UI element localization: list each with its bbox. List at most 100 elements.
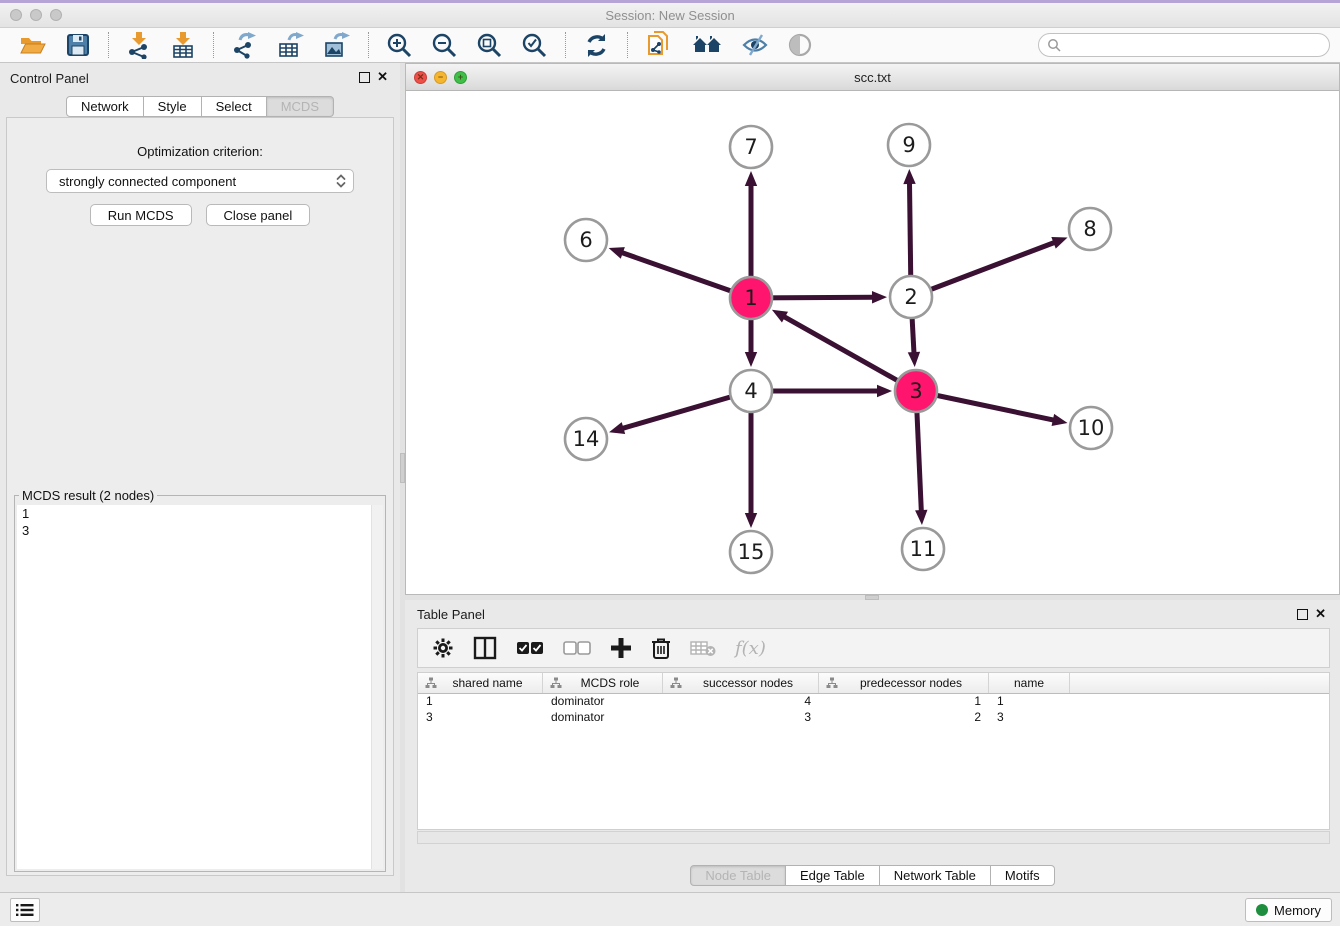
column-header-mcds-role[interactable]: MCDS role xyxy=(543,673,663,693)
close-panel-button[interactable]: Close panel xyxy=(206,204,311,226)
result-line: 3 xyxy=(17,522,383,539)
run-mcds-button[interactable]: Run MCDS xyxy=(90,204,192,226)
hierarchy-icon xyxy=(826,677,838,689)
mcds-result-group: MCDS result (2 nodes) 1 3 xyxy=(14,488,386,872)
graph-edge-2-8[interactable] xyxy=(911,242,1055,297)
toolbar-separator xyxy=(565,32,566,58)
show-graphics-details-button[interactable] xyxy=(785,30,815,60)
column-header-predecessor-nodes[interactable]: predecessor nodes xyxy=(819,673,989,693)
delete-columns-button[interactable] xyxy=(651,636,671,660)
zoom-selected-button[interactable] xyxy=(519,30,550,61)
column-header-filler xyxy=(1070,673,1329,693)
table-row[interactable]: 3 dominator 3 2 3 xyxy=(418,710,1329,726)
column-header-successor-nodes[interactable]: successor nodes xyxy=(663,673,819,693)
float-panel-icon[interactable] xyxy=(1297,609,1308,620)
function-builder-button[interactable]: f(x) xyxy=(735,638,766,659)
delete-table-button[interactable] xyxy=(690,639,716,657)
control-panel: Control Panel ✕ Network Style Select MCD… xyxy=(0,63,400,892)
zoom-in-icon xyxy=(386,32,413,59)
search-icon xyxy=(1047,38,1061,52)
zoom-in-button[interactable] xyxy=(384,30,415,61)
table-header-row: shared name MCDS role successor nodes pr… xyxy=(418,673,1329,694)
import-network-button[interactable] xyxy=(124,29,154,61)
graph-edge-arrowhead xyxy=(915,510,927,525)
show-column-button[interactable] xyxy=(473,636,497,660)
graph-node-label: 9 xyxy=(902,133,915,157)
result-scrollbar[interactable] xyxy=(371,505,383,869)
close-panel-icon[interactable]: ✕ xyxy=(377,70,388,84)
network-canvas[interactable]: 7968124314101511 xyxy=(406,91,1339,594)
cell-shared-name: 1 xyxy=(418,694,543,710)
table-row[interactable]: 1 dominator 4 1 1 xyxy=(418,694,1329,710)
zoom-fit-button[interactable] xyxy=(474,30,505,61)
graph-edge-arrowhead xyxy=(1052,414,1068,426)
cell-successor-nodes: 4 xyxy=(663,694,819,710)
search-field[interactable] xyxy=(1038,33,1330,57)
control-panel-tabs: Network Style Select MCDS xyxy=(0,96,400,117)
mcds-result-textarea[interactable]: 1 3 xyxy=(17,505,383,869)
list-icon xyxy=(16,903,34,917)
optimization-criterion-dropdown[interactable]: strongly connected component xyxy=(46,169,354,193)
cell-predecessor-nodes: 2 xyxy=(819,710,989,726)
column-header-shared-name[interactable]: shared name xyxy=(418,673,543,693)
graph-node-label: 2 xyxy=(904,285,917,309)
hide-graphics-details-button[interactable] xyxy=(739,30,771,60)
control-panel-title: Control Panel xyxy=(10,71,89,86)
memory-status-dot xyxy=(1256,904,1268,916)
status-bar: Memory xyxy=(0,892,1340,926)
graph-edge-3-1[interactable] xyxy=(783,316,916,391)
tab-edge-table[interactable]: Edge Table xyxy=(786,865,880,886)
export-image-button[interactable] xyxy=(321,29,353,61)
network-graph-svg[interactable]: 7968124314101511 xyxy=(406,91,1339,595)
application-window: Session: New Session xyxy=(0,0,1340,926)
memory-button[interactable]: Memory xyxy=(1245,898,1332,922)
graph-node-label: 6 xyxy=(579,228,592,252)
home-icon xyxy=(691,32,723,58)
column-header-name[interactable]: name xyxy=(989,673,1070,693)
trash-icon xyxy=(651,636,671,660)
select-all-columns-button[interactable] xyxy=(516,641,544,655)
network-window-titlebar: ✕ − + scc.txt xyxy=(406,64,1339,91)
fx-icon: f(x) xyxy=(735,638,766,659)
cell-mcds-role: dominator xyxy=(543,710,663,726)
unselect-all-columns-button[interactable] xyxy=(563,641,591,655)
close-panel-icon[interactable]: ✕ xyxy=(1315,607,1326,621)
tab-motifs[interactable]: Motifs xyxy=(991,865,1055,886)
task-history-button[interactable] xyxy=(10,898,40,922)
zoom-out-button[interactable] xyxy=(429,30,460,61)
float-panel-icon[interactable] xyxy=(359,72,370,83)
home-button[interactable] xyxy=(689,30,725,60)
open-folder-icon xyxy=(19,31,47,59)
toolbar-separator xyxy=(368,32,369,58)
export-table-button[interactable] xyxy=(275,29,307,61)
search-input[interactable] xyxy=(1061,38,1321,52)
create-column-button[interactable] xyxy=(610,637,632,659)
export-table-icon xyxy=(277,31,305,59)
table-panel-header: Table Panel ✕ xyxy=(405,600,1340,628)
table-horizontal-scrollbar[interactable] xyxy=(417,831,1330,844)
tab-style[interactable]: Style xyxy=(144,96,202,117)
tab-select[interactable]: Select xyxy=(202,96,267,117)
table-settings-button[interactable] xyxy=(432,637,454,659)
tab-network[interactable]: Network xyxy=(66,96,144,117)
toolbar-separator xyxy=(108,32,109,58)
tab-network-table[interactable]: Network Table xyxy=(880,865,991,886)
zoom-selected-icon xyxy=(521,32,548,59)
refresh-button[interactable] xyxy=(581,30,612,61)
dropdown-selected-value: strongly connected component xyxy=(59,174,335,189)
toolbar-separator xyxy=(213,32,214,58)
graph-node-label: 8 xyxy=(1083,217,1096,241)
eye-slash-icon xyxy=(741,32,769,58)
open-session-button[interactable] xyxy=(17,29,49,61)
tab-node-table[interactable]: Node Table xyxy=(690,865,786,886)
zoom-fit-icon xyxy=(476,32,503,59)
export-network-button[interactable] xyxy=(229,29,261,61)
open-session-file-button[interactable] xyxy=(643,28,675,62)
graph-edge-arrowhead xyxy=(903,169,915,184)
graph-node-label: 7 xyxy=(744,135,757,159)
result-line: 1 xyxy=(17,505,383,522)
import-table-button[interactable] xyxy=(168,29,198,61)
save-session-button[interactable] xyxy=(63,30,93,60)
session-documents-icon xyxy=(645,30,673,60)
tab-mcds[interactable]: MCDS xyxy=(267,96,334,117)
